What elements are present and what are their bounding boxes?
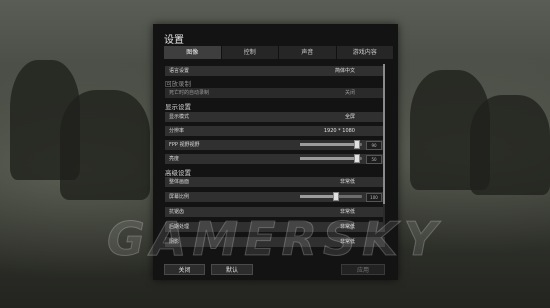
fpp-fov-row: FPP 视野视野 90 bbox=[165, 140, 385, 150]
language-value[interactable]: 简体中文 bbox=[335, 66, 355, 76]
resolution-value[interactable]: 1920 * 1080 bbox=[324, 126, 355, 136]
settings-content: 语言设置 简体中文 回放录制 死亡时的自动录制 关闭 显示设置 显示模式 全屏 … bbox=[165, 64, 387, 276]
tab-controls[interactable]: 控制 bbox=[221, 46, 279, 59]
background-tree bbox=[470, 95, 550, 195]
settings-scrollbar[interactable] bbox=[383, 64, 385, 229]
death-record-value[interactable]: 关闭 bbox=[345, 88, 355, 98]
brightness-slider-handle[interactable] bbox=[354, 154, 360, 163]
overall-quality-row[interactable]: 整体画面 非常低 bbox=[165, 177, 385, 187]
fpp-fov-label: FPP 视野视野 bbox=[169, 142, 200, 148]
resolution-label: 分辨率 bbox=[169, 128, 185, 134]
anti-aliasing-value[interactable]: 非常低 bbox=[340, 207, 355, 217]
brightness-slider-fill bbox=[300, 157, 358, 160]
brightness-row: 亮度 50 bbox=[165, 154, 385, 164]
dialog-title: 设置 bbox=[164, 35, 184, 46]
brightness-slider[interactable] bbox=[300, 154, 362, 163]
resolution-row[interactable]: 分辨率 1920 * 1080 bbox=[165, 126, 385, 136]
display-mode-label: 显示模式 bbox=[169, 114, 190, 120]
death-record-row[interactable]: 死亡时的自动录制 关闭 bbox=[165, 88, 385, 98]
settings-tabs: 图像 控制 声音 游戏内容 bbox=[164, 46, 394, 59]
screen-scale-row: 屏幕比例 100 bbox=[165, 192, 385, 202]
screen-scale-slider-fill bbox=[300, 195, 336, 198]
tab-graphics[interactable]: 图像 bbox=[164, 46, 222, 59]
shadows-label: 阴影 bbox=[169, 239, 180, 245]
post-processing-label: 后期处理 bbox=[169, 224, 190, 230]
brightness-label: 亮度 bbox=[169, 156, 180, 162]
brightness-value-box[interactable]: 50 bbox=[366, 155, 382, 164]
death-record-label: 死亡时的自动录制 bbox=[169, 90, 210, 96]
close-button[interactable]: 关闭 bbox=[164, 264, 205, 275]
tab-gameplay[interactable]: 游戏内容 bbox=[336, 46, 394, 59]
language-setting-row[interactable]: 语言设置 简体中文 bbox=[165, 66, 385, 76]
fpp-fov-slider-handle[interactable] bbox=[354, 140, 360, 149]
fpp-fov-slider[interactable] bbox=[300, 140, 362, 149]
background-tree bbox=[60, 90, 150, 200]
post-processing-value[interactable]: 非常低 bbox=[340, 222, 355, 232]
apply-button[interactable]: 应用 bbox=[341, 264, 385, 275]
display-mode-row[interactable]: 显示模式 全屏 bbox=[165, 112, 385, 122]
anti-aliasing-label: 抗锯齿 bbox=[169, 209, 185, 215]
screen-scale-slider-handle[interactable] bbox=[333, 192, 339, 201]
screen-scale-value-box[interactable]: 100 bbox=[366, 193, 382, 202]
settings-dialog: 设置 图像 控制 声音 游戏内容 语言设置 简体中文 回放录制 死亡时的自动录制… bbox=[153, 24, 398, 280]
settings-scrollbar-thumb[interactable] bbox=[383, 64, 385, 204]
screen-scale-label: 屏幕比例 bbox=[169, 194, 190, 200]
fpp-fov-slider-fill bbox=[300, 143, 358, 146]
anti-aliasing-row[interactable]: 抗锯齿 非常低 bbox=[165, 207, 385, 217]
section-replay-recording: 回放录制 bbox=[165, 80, 191, 88]
post-processing-row[interactable]: 后期处理 非常低 bbox=[165, 222, 385, 232]
shadows-row[interactable]: 阴影 非常低 bbox=[165, 237, 385, 247]
section-display: 显示设置 bbox=[165, 103, 191, 111]
overall-quality-value[interactable]: 非常低 bbox=[340, 177, 355, 187]
shadows-value[interactable]: 非常低 bbox=[340, 237, 355, 247]
overall-quality-label: 整体画面 bbox=[169, 179, 190, 185]
screen-scale-slider[interactable] bbox=[300, 192, 362, 201]
section-advanced: 高级设置 bbox=[165, 169, 191, 177]
default-button[interactable]: 默认 bbox=[211, 264, 253, 275]
display-mode-value[interactable]: 全屏 bbox=[345, 112, 355, 122]
language-label: 语言设置 bbox=[169, 68, 190, 74]
tab-audio[interactable]: 声音 bbox=[279, 46, 337, 59]
fpp-fov-value-box[interactable]: 90 bbox=[366, 141, 382, 150]
